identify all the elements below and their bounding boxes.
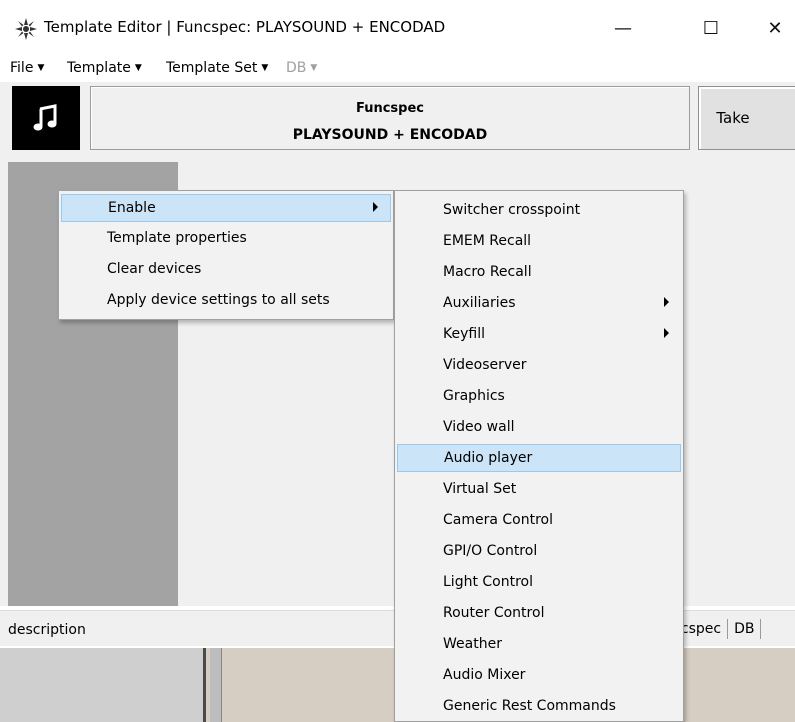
submenu-item-macro-recall[interactable]: Macro Recall: [397, 259, 681, 287]
menu-item-label: Audio Mixer: [443, 667, 526, 683]
status-db: DB: [734, 621, 755, 637]
menu-item-label: GPI/O Control: [443, 543, 538, 559]
menu-template-set-label: Template Set: [166, 60, 258, 76]
submenu-item-emem-recall[interactable]: EMEM Recall: [397, 228, 681, 256]
menu-item-label: Camera Control: [443, 512, 553, 528]
submenu-item-keyfill[interactable]: Keyfill: [397, 321, 681, 349]
menu-item-label: Videoserver: [443, 357, 527, 373]
submenu-item-video-wall[interactable]: Video wall: [397, 414, 681, 442]
submenu-item-camera-control[interactable]: Camera Control: [397, 507, 681, 535]
menu-item-template-properties[interactable]: Template properties: [61, 225, 391, 253]
menu-db[interactable]: DB ▼: [286, 60, 317, 76]
submenu-item-virtual-set[interactable]: Virtual Set: [397, 476, 681, 504]
menu-item-label: Virtual Set: [443, 481, 517, 497]
minimize-icon: —: [614, 17, 632, 39]
funcspec-name: PLAYSOUND + ENCODAD: [292, 127, 488, 143]
template-icon-box[interactable]: [12, 86, 80, 150]
take-button-label: Take: [716, 109, 750, 127]
menu-item-label: Graphics: [443, 388, 505, 404]
chevron-down-icon: ▼: [37, 63, 45, 73]
menu-file-label: File: [10, 60, 34, 76]
funcspec-info-box: Funcspec PLAYSOUND + ENCODAD: [90, 86, 690, 150]
funcspec-heading: Funcspec: [355, 101, 424, 116]
splitter[interactable]: [210, 648, 222, 722]
app-logo-icon: [15, 18, 37, 40]
close-button[interactable]: ✕: [752, 10, 795, 46]
submenu-item-router-control[interactable]: Router Control: [397, 600, 681, 628]
menu-item-label: Enable: [108, 200, 156, 216]
music-note-icon: [33, 104, 57, 131]
menu-item-label: EMEM Recall: [443, 233, 532, 249]
submenu-arrow-icon: [664, 328, 669, 338]
menu-item-label: Weather: [443, 636, 502, 652]
menu-item-label: Light Control: [443, 574, 533, 590]
maximize-button[interactable]: ☐: [688, 10, 734, 46]
submenu-item-weather[interactable]: Weather: [397, 631, 681, 659]
menu-item-label: Generic Rest Commands: [443, 698, 616, 714]
status-right: ncspec DB: [672, 619, 767, 639]
window-title: Template Editor | Funcspec: PLAYSOUND + …: [44, 18, 446, 36]
submenu-item-auxiliaries[interactable]: Auxiliaries: [397, 290, 681, 318]
context-menu: Enable Template properties Clear devices…: [58, 190, 394, 320]
minimize-button[interactable]: —: [600, 10, 646, 46]
menu-item-label: Video wall: [443, 419, 515, 435]
menu-db-label: DB: [286, 60, 307, 76]
status-description: description: [8, 622, 86, 638]
menu-template-set[interactable]: Template Set ▼: [166, 60, 268, 76]
menu-bar: File ▼ Template ▼ Template Set ▼ DB ▼: [0, 56, 795, 82]
submenu-item-gpio-control[interactable]: GPI/O Control: [397, 538, 681, 566]
submenu-item-audio-mixer[interactable]: Audio Mixer: [397, 662, 681, 690]
menu-item-label: Audio player: [444, 450, 533, 466]
maximize-icon: ☐: [702, 17, 720, 39]
bottom-left-panel: [0, 648, 206, 722]
submenu-arrow-icon: [373, 202, 378, 212]
take-button[interactable]: Take: [698, 86, 795, 150]
menu-item-apply-device-settings[interactable]: Apply device settings to all sets: [61, 287, 391, 315]
menu-template-label: Template: [67, 60, 131, 76]
menu-template[interactable]: Template ▼: [67, 60, 142, 76]
menu-item-enable[interactable]: Enable: [61, 194, 391, 222]
menu-item-label: Switcher crosspoint: [443, 202, 581, 218]
submenu-item-audio-player[interactable]: Audio player: [397, 444, 681, 472]
menu-item-label: Keyfill: [443, 326, 485, 342]
menu-item-label: Router Control: [443, 605, 545, 621]
menu-item-label: Auxiliaries: [443, 295, 516, 311]
chevron-down-icon: ▼: [310, 63, 318, 73]
menu-item-label: Macro Recall: [443, 264, 532, 280]
menu-item-label: Apply device settings to all sets: [107, 292, 330, 308]
submenu-item-generic-rest-commands[interactable]: Generic Rest Commands: [397, 693, 681, 721]
title-bar: Template Editor | Funcspec: PLAYSOUND + …: [0, 0, 795, 52]
submenu-item-light-control[interactable]: Light Control: [397, 569, 681, 597]
close-icon: ✕: [767, 17, 783, 39]
enable-submenu: Switcher crosspoint EMEM Recall Macro Re…: [394, 190, 684, 722]
submenu-item-videoserver[interactable]: Videoserver: [397, 352, 681, 380]
submenu-arrow-icon: [664, 297, 669, 307]
menu-file[interactable]: File ▼: [10, 60, 44, 76]
chevron-down-icon: ▼: [261, 63, 269, 73]
menu-item-clear-devices[interactable]: Clear devices: [61, 256, 391, 284]
submenu-item-switcher-crosspoint[interactable]: Switcher crosspoint: [397, 197, 681, 225]
status-separator: [727, 619, 729, 639]
menu-item-label: Clear devices: [107, 261, 202, 277]
menu-item-label: Template properties: [107, 230, 247, 246]
status-separator: [760, 619, 762, 639]
submenu-item-graphics[interactable]: Graphics: [397, 383, 681, 411]
chevron-down-icon: ▼: [134, 63, 142, 73]
